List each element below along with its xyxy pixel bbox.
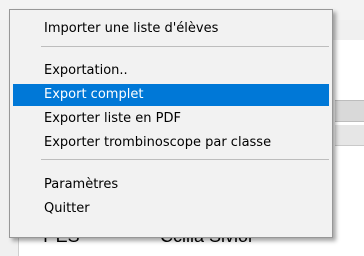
menu-item-export-pdf[interactable]: Exporter liste en PDF xyxy=(13,108,329,130)
menu-item-settings[interactable]: Paramètres xyxy=(13,174,329,196)
background-header-strip xyxy=(335,125,364,146)
menu-separator xyxy=(41,46,329,47)
menu-item-export-complete[interactable]: Export complet xyxy=(13,84,329,106)
context-menu: Importer une liste d'élèves Exportation.… xyxy=(9,9,333,238)
menu-item-export-trombinoscope[interactable]: Exporter trombinoscope par classe xyxy=(13,132,329,154)
menu-item-exportation[interactable]: Exportation.. xyxy=(13,60,329,82)
menu-item-import-list[interactable]: Importer une liste d'élèves xyxy=(13,18,329,40)
menu-item-quit[interactable]: Quitter xyxy=(13,198,329,220)
background-toolbar-strip xyxy=(335,100,364,122)
menu-separator xyxy=(41,159,329,160)
